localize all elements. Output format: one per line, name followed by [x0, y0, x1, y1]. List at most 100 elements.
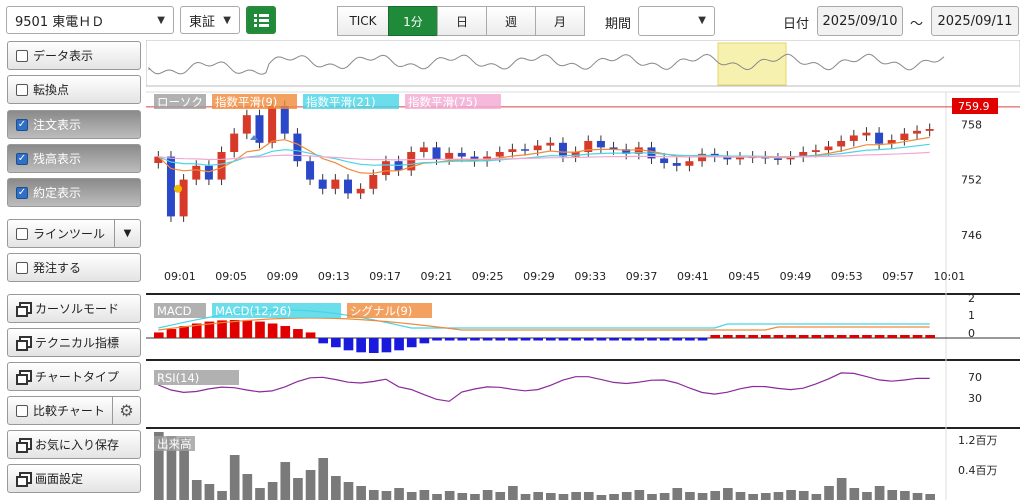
- macd-histogram-bar: [305, 332, 316, 338]
- candle-body: [596, 140, 605, 148]
- x-tick-label: 09:53: [831, 270, 863, 283]
- volume-bar: [659, 493, 670, 500]
- volume-bar: [925, 494, 935, 500]
- checkbox-icon[interactable]: [16, 404, 28, 417]
- period-tab-4[interactable]: 月: [535, 6, 585, 36]
- sidebar-item-7[interactable]: カーソルモード: [7, 294, 141, 323]
- period-tab-2[interactable]: 日: [437, 6, 487, 36]
- sidebar-item-4[interactable]: ✓ 約定表示: [7, 178, 141, 207]
- candle-body: [558, 142, 567, 157]
- volume-bar: [419, 490, 430, 500]
- volume-bar: [723, 488, 733, 500]
- volume-bar: [394, 488, 404, 500]
- sidebar-item-2[interactable]: ✓ 注文表示: [7, 110, 141, 139]
- candle-body: [508, 149, 517, 152]
- chevron-down-icon: ▼: [223, 15, 231, 26]
- sidebar-item-6[interactable]: 発注する: [7, 253, 141, 282]
- y-tick-label: 758: [961, 118, 982, 131]
- macd-histogram-bar: [798, 335, 809, 338]
- symbol-select[interactable]: 9501 東電ＨＤ ▼: [6, 6, 174, 34]
- sidebar-item-1[interactable]: 転換点: [7, 75, 141, 104]
- macd-histogram-bar: [735, 335, 746, 338]
- checkbox-icon[interactable]: [16, 227, 28, 240]
- window-icon: [16, 472, 32, 487]
- volume-bar: [735, 492, 746, 500]
- checkbox-icon[interactable]: ✓: [16, 186, 28, 199]
- gear-icon[interactable]: ⚙: [112, 397, 140, 424]
- sidebar-item-11[interactable]: お気に入り保存: [7, 430, 141, 459]
- period-tab-0[interactable]: TICK: [337, 6, 389, 36]
- candle-body: [242, 115, 251, 134]
- sidebar-item-label: データ表示: [33, 49, 94, 63]
- legend-label: シグナル(9): [350, 304, 412, 318]
- legend-label: RSI(14): [157, 371, 199, 385]
- checkbox-icon[interactable]: [16, 49, 28, 62]
- candle-body: [268, 106, 277, 143]
- candle-body: [204, 165, 213, 180]
- volume-bar: [293, 478, 303, 500]
- macd-histogram-bar: [482, 338, 493, 341]
- list-menu-button[interactable]: [246, 6, 276, 34]
- volume-bar: [621, 492, 632, 500]
- macd-histogram-bar: [280, 326, 291, 338]
- checkbox-icon[interactable]: ✓: [16, 118, 28, 131]
- checkbox-icon[interactable]: [16, 261, 28, 274]
- x-tick-label: 09:45: [728, 270, 760, 283]
- volume-bar: [900, 491, 910, 500]
- date-label: 日付: [783, 17, 810, 32]
- period-tab-3[interactable]: 週: [486, 6, 536, 36]
- candle-body: [381, 161, 390, 175]
- chevron-down-icon: ▼: [157, 15, 165, 26]
- macd-histogram-bar: [824, 335, 834, 338]
- macd-histogram-bar: [634, 338, 645, 341]
- volume-bar: [634, 490, 645, 500]
- volume-bar: [849, 488, 860, 500]
- market-select[interactable]: 東証 ▼: [180, 6, 240, 34]
- sidebar-item-label: 注文表示: [33, 118, 82, 132]
- volume-bar: [571, 492, 581, 500]
- volume-bar: [343, 482, 354, 500]
- macd-histogram-bar: [419, 338, 430, 344]
- line-tool-dropdown-icon[interactable]: ▼: [114, 220, 140, 247]
- macd-histogram-bar: [166, 329, 177, 338]
- y-tick-label: 752: [961, 174, 982, 187]
- sidebar-item-8[interactable]: テクニカル指標: [7, 328, 141, 357]
- date-to-field[interactable]: 2025/09/11: [931, 6, 1019, 36]
- macd-histogram-bar: [381, 338, 392, 353]
- volume-bar: [381, 491, 392, 500]
- macd-histogram-bar: [760, 335, 771, 338]
- checkbox-icon[interactable]: ✓: [16, 152, 28, 165]
- volume-bar: [533, 492, 543, 500]
- sidebar-item-3[interactable]: ✓ 残高表示: [7, 144, 141, 173]
- candle-body: [660, 158, 669, 164]
- volume-bar: [786, 490, 796, 500]
- date-from-field[interactable]: 2025/09/10: [817, 6, 903, 36]
- sidebar-item-0[interactable]: データ表示: [7, 41, 141, 70]
- x-tick-label: 09:49: [780, 270, 812, 283]
- legend-label: 出来高: [157, 437, 192, 451]
- candle-body: [811, 150, 820, 152]
- sidebar-item-label: カーソルモード: [35, 302, 120, 316]
- window-icon: [16, 438, 32, 453]
- window-icon: [16, 370, 32, 385]
- y-tick-label: 0.4百万: [958, 464, 998, 477]
- sidebar-item-label: 転換点: [33, 83, 70, 97]
- macd-histogram-bar: [887, 335, 898, 338]
- period-label: 期間: [605, 17, 632, 32]
- volume-bar: [760, 493, 771, 500]
- macd-histogram-bar: [255, 321, 265, 338]
- sidebar-item-5[interactable]: ラインツール ▼: [7, 219, 141, 248]
- period-select[interactable]: ▼: [638, 6, 715, 36]
- period-tab-1[interactable]: 1分: [388, 6, 438, 36]
- sidebar-item-12[interactable]: 画面設定: [7, 464, 141, 493]
- candle-body: [495, 152, 504, 157]
- sidebar-item-9[interactable]: チャートタイプ: [7, 362, 141, 391]
- legend-label: ローソク: [157, 95, 203, 109]
- volume-bar: [811, 494, 822, 500]
- sidebar-item-10[interactable]: 比較チャート ⚙: [7, 396, 141, 425]
- rsi-line: [158, 372, 930, 402]
- checkbox-icon[interactable]: [16, 83, 28, 96]
- macd-histogram-bar: [546, 338, 556, 341]
- candle-body: [419, 147, 428, 152]
- volume-bar: [432, 494, 442, 500]
